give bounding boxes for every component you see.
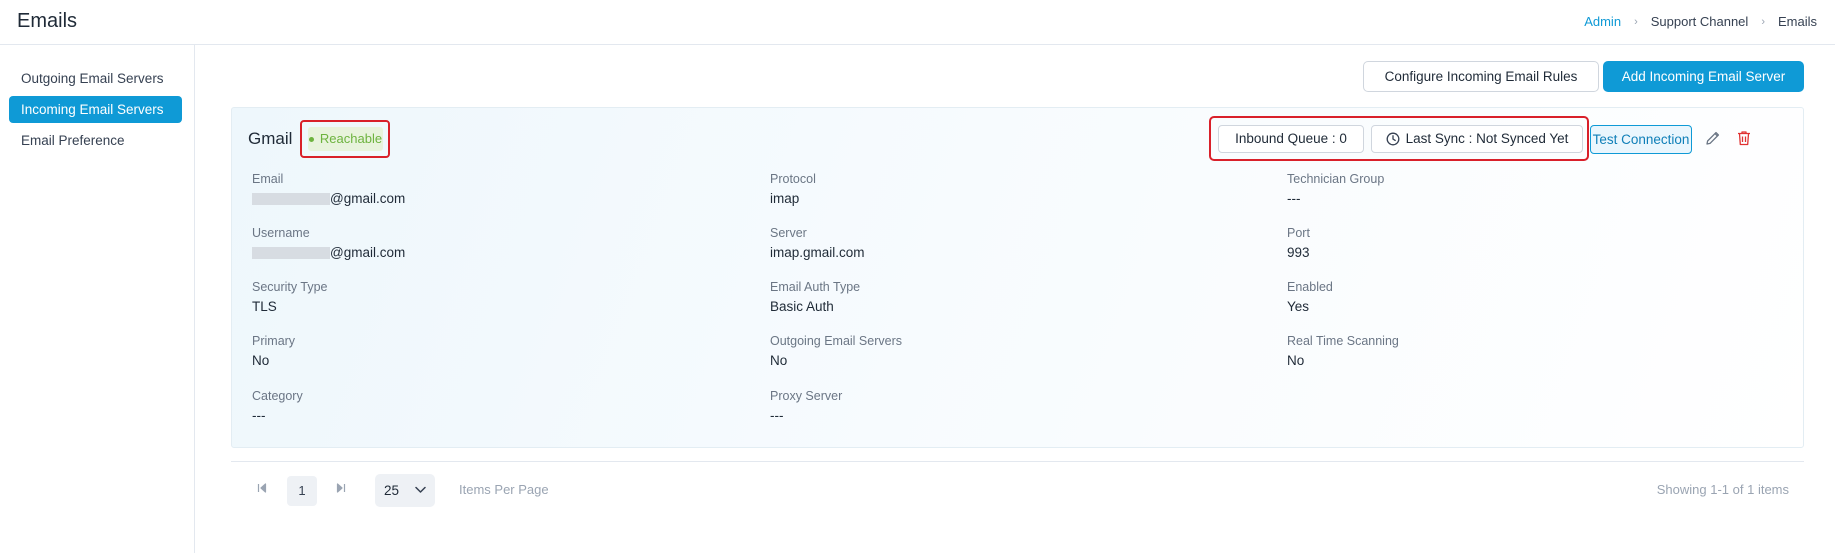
chevron-right-icon: › <box>1634 15 1638 28</box>
chevron-down-icon <box>415 486 426 493</box>
configure-incoming-email-rules-button[interactable]: Configure Incoming Email Rules <box>1363 61 1599 92</box>
field-email-auth-type: Email Auth Type Basic Auth <box>770 280 861 314</box>
field-protocol: Protocol imap <box>770 172 816 206</box>
field-port: Port 993 <box>1287 226 1310 260</box>
status-highlight-box: Reachable <box>300 120 390 158</box>
field-category: Category --- <box>252 389 303 423</box>
redacted-mask <box>252 247 330 260</box>
field-server: Server imap.gmail.com <box>770 226 865 260</box>
last-page-icon[interactable] <box>335 482 347 497</box>
sidebar-item-outgoing-email-servers[interactable]: Outgoing Email Servers <box>9 65 182 92</box>
chevron-right-icon: › <box>1761 15 1765 28</box>
last-sync-chip: Last Sync : Not Synced Yet <box>1371 125 1583 153</box>
inbound-queue-chip: Inbound Queue : 0 <box>1218 125 1364 153</box>
edit-icon[interactable] <box>1704 129 1724 149</box>
delete-icon[interactable] <box>1735 129 1755 149</box>
field-outgoing-email-servers: Outgoing Email Servers No <box>770 334 903 368</box>
field-username: Username @gmail.com <box>252 226 406 260</box>
field-email: Email @gmail.com <box>252 172 406 206</box>
breadcrumb-admin[interactable]: Admin <box>1584 14 1621 29</box>
sidebar-item-email-preference[interactable]: Email Preference <box>9 127 182 154</box>
items-per-page-label: Items Per Page <box>459 482 549 497</box>
showing-count: Showing 1-1 of 1 items <box>1656 482 1789 497</box>
field-enabled: Enabled Yes <box>1287 280 1333 314</box>
sidebar: Outgoing Email Servers Incoming Email Se… <box>0 45 195 553</box>
field-technician-group: Technician Group --- <box>1287 172 1385 206</box>
field-primary: Primary No <box>252 334 296 368</box>
field-real-time-scanning: Real Time Scanning No <box>1287 334 1399 368</box>
email-server-card: Gmail Reachable Inbound Queue : 0 Last S… <box>231 107 1804 448</box>
first-page-icon[interactable] <box>256 482 268 497</box>
field-proxy-server: Proxy Server --- <box>770 389 843 423</box>
divider <box>231 461 1804 462</box>
page-number-button[interactable]: 1 <box>287 476 317 506</box>
clock-icon <box>1386 132 1400 146</box>
breadcrumb-support-channel[interactable]: Support Channel <box>1651 14 1749 29</box>
add-incoming-email-server-button[interactable]: Add Incoming Email Server <box>1603 61 1804 92</box>
server-name: Gmail <box>248 129 293 148</box>
sidebar-item-incoming-email-servers[interactable]: Incoming Email Servers <box>9 96 182 123</box>
per-page-value: 25 <box>384 483 400 498</box>
breadcrumb-emails: Emails <box>1777 14 1817 29</box>
top-bar: Emails Admin › Support Channel › Emails <box>0 0 1835 45</box>
per-page-select[interactable]: 25 <box>375 474 435 507</box>
test-connection-button[interactable]: Test Connection <box>1590 125 1692 154</box>
status-badge: Reachable <box>308 127 383 151</box>
status-dot-icon <box>308 137 314 143</box>
page-title: Emails <box>17 10 78 32</box>
sync-info-highlight-box: Inbound Queue : 0 Last Sync : Not Synced… <box>1209 116 1589 161</box>
status-label: Reachable <box>319 131 383 146</box>
redacted-mask <box>252 193 330 206</box>
field-security-type: Security Type TLS <box>252 280 328 314</box>
breadcrumb: Admin › Support Channel › Emails <box>1584 14 1817 29</box>
last-sync-label: Last Sync : Not Synced Yet <box>1405 131 1569 146</box>
